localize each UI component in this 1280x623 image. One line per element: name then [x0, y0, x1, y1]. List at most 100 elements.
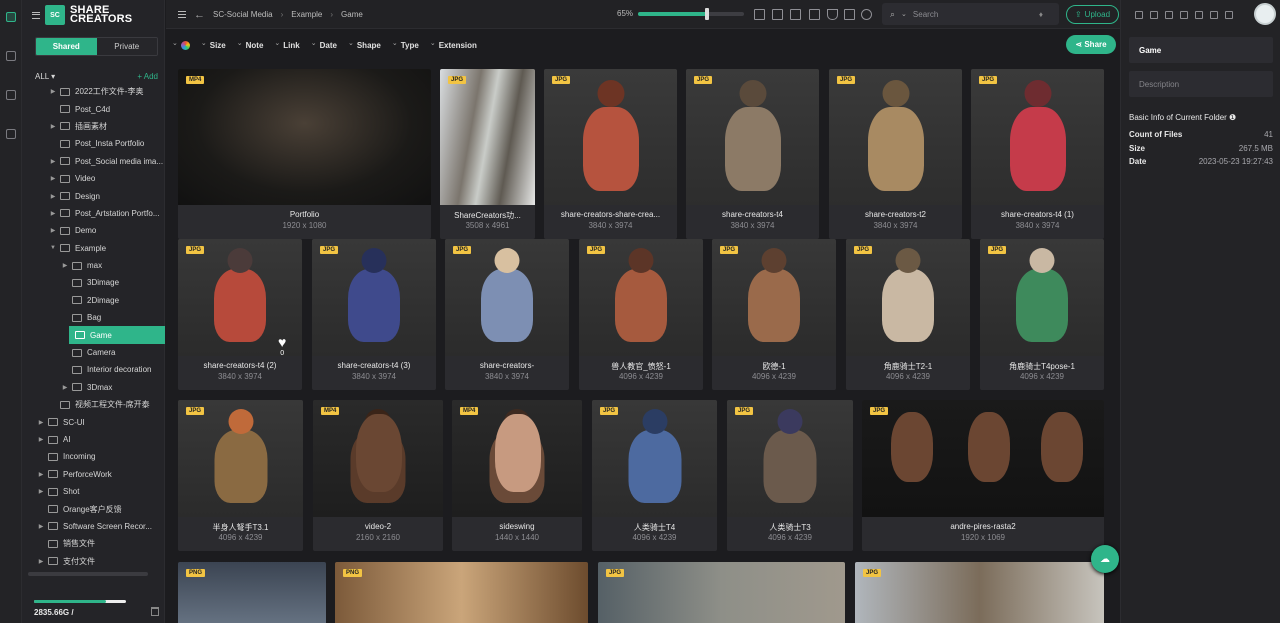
heart-icon[interactable]: ♥ 0: [278, 335, 286, 360]
caret-right-icon[interactable]: ▶: [48, 123, 58, 130]
chevron-down-icon[interactable]: ⌄: [901, 10, 907, 18]
caret-right-icon[interactable]: ▶: [48, 88, 58, 95]
bell-icon[interactable]: [1165, 10, 1173, 19]
asset-thumbnail[interactable]: [178, 69, 431, 205]
layout-split-icon[interactable]: [790, 9, 801, 20]
folder-item[interactable]: ▶ Video: [22, 170, 165, 187]
breadcrumb-item[interactable]: Example: [291, 10, 322, 19]
download-icon[interactable]: [1195, 10, 1203, 19]
folder-item[interactable]: 视频工程文件-席开泰: [22, 396, 165, 413]
asset-card[interactable]: JPG: [598, 562, 845, 623]
library-icon[interactable]: [6, 12, 16, 22]
caret-right-icon[interactable]: ▶: [36, 523, 46, 530]
folder-item[interactable]: Orange客户反馈: [22, 500, 165, 517]
caret-right-icon[interactable]: ▶: [36, 558, 46, 565]
asset-card[interactable]: JPG 半身人弩手T3.1 4096 x 4239: [178, 400, 303, 551]
asset-thumbnail[interactable]: [178, 400, 303, 517]
asset-card[interactable]: JPG 欧德-1 4096 x 4239: [712, 239, 836, 390]
asset-thumbnail[interactable]: [335, 562, 588, 623]
folder-item[interactable]: 3Dimage: [22, 274, 165, 291]
caret-right-icon[interactable]: ▶: [48, 175, 58, 182]
asset-card[interactable]: JPG 人类骑士T4 4096 x 4239: [592, 400, 717, 551]
caret-right-icon[interactable]: ▶: [36, 419, 46, 426]
add-folder-button[interactable]: + Add: [137, 72, 158, 81]
asset-card[interactable]: MP4 sideswing 1440 x 1440: [452, 400, 582, 551]
asset-card[interactable]: JPG 角鹿骑士T2-1 4096 x 4239: [846, 239, 970, 390]
asset-thumbnail[interactable]: [727, 400, 853, 517]
folder-item[interactable]: Camera: [22, 344, 165, 361]
caret-right-icon[interactable]: ▶: [36, 471, 46, 478]
asset-thumbnail[interactable]: [440, 69, 535, 205]
folder-item[interactable]: ▶ AI: [22, 431, 165, 448]
asset-card[interactable]: MP4 video-2 2160 x 2160: [313, 400, 443, 551]
asset-thumbnail[interactable]: [312, 239, 436, 356]
folder-item[interactable]: ▶ SC-UI: [22, 413, 165, 430]
trash-icon[interactable]: [151, 607, 159, 616]
caret-right-icon[interactable]: ▶: [48, 227, 58, 234]
asset-card[interactable]: JPG andre-pires-rasta2 1920 x 1069: [862, 400, 1104, 551]
caret-right-icon[interactable]: ▶: [48, 210, 58, 217]
toggle-sidebar-icon[interactable]: [178, 11, 186, 18]
caret-right-icon[interactable]: ▶: [60, 384, 70, 391]
folder-item[interactable]: ▶ max: [22, 257, 165, 274]
asset-thumbnail[interactable]: [846, 239, 970, 356]
folder-item[interactable]: ▶ Demo: [22, 222, 165, 239]
caret-right-icon[interactable]: ▶: [48, 193, 58, 200]
zoom-slider[interactable]: [638, 8, 744, 20]
asset-card[interactable]: JPG ♥ 0 share-creators-t4 (2) 3840 x 3974: [178, 239, 302, 390]
asset-thumbnail[interactable]: [862, 400, 1104, 517]
avatar[interactable]: [1254, 3, 1276, 25]
menu-icon[interactable]: [32, 11, 40, 19]
folder-item[interactable]: ▶ PerforceWork: [22, 466, 165, 483]
tab-private[interactable]: Private: [96, 38, 157, 55]
back-arrow-icon[interactable]: ←: [194, 9, 205, 21]
asset-card[interactable]: JPG share-creators- 3840 x 3974: [445, 239, 569, 390]
refresh-icon[interactable]: [861, 9, 872, 20]
caret-right-icon[interactable]: ▶: [60, 262, 70, 269]
subtitle-icon[interactable]: [772, 9, 783, 20]
filter-color[interactable]: [172, 40, 190, 50]
asset-thumbnail[interactable]: [592, 400, 717, 517]
zoom-slider-knob[interactable]: [704, 8, 709, 20]
filter-link[interactable]: Link: [274, 41, 299, 50]
asset-card[interactable]: MP4 Portfolio 1920 x 1080: [178, 69, 431, 239]
upload-arrow-icon[interactable]: [1180, 10, 1188, 19]
folder-item[interactable]: Incoming: [22, 448, 165, 465]
asset-card[interactable]: JPG share-creators-t4 (3) 3840 x 3974: [312, 239, 436, 390]
layout-list-icon[interactable]: [754, 9, 765, 20]
description-field[interactable]: Description: [1129, 71, 1273, 97]
filter-shape[interactable]: Shape: [348, 41, 381, 50]
asset-thumbnail[interactable]: [452, 400, 582, 517]
tag-icon[interactable]: [6, 51, 16, 61]
filter-note[interactable]: Note: [237, 41, 264, 50]
upload-button[interactable]: ⇪ Upload: [1066, 5, 1119, 24]
caret-right-icon[interactable]: ▶: [36, 488, 46, 495]
tab-shared[interactable]: Shared: [36, 38, 97, 55]
asset-thumbnail[interactable]: [579, 239, 703, 356]
breadcrumb-item[interactable]: SC-Social Media: [213, 10, 273, 19]
folder-item[interactable]: ▼ Example: [22, 240, 165, 257]
plugin-icon[interactable]: [6, 90, 16, 100]
cloud-upload-fab[interactable]: ☁: [1091, 545, 1119, 573]
asset-card[interactable]: PNG: [178, 562, 326, 623]
folder-item[interactable]: ▶ Post_Artstation Portfo...: [22, 205, 165, 222]
folder-item[interactable]: ▶ 支付文件: [22, 553, 165, 570]
folder-item[interactable]: Interior decoration: [22, 361, 165, 378]
folder-item[interactable]: ▶ Design: [22, 187, 165, 204]
asset-thumbnail[interactable]: [971, 69, 1104, 205]
folder-item[interactable]: 销售文件: [22, 535, 165, 552]
all-filter[interactable]: ALL ▾: [35, 72, 55, 81]
share-icon[interactable]: [1150, 10, 1158, 19]
sort-icon[interactable]: [844, 9, 855, 20]
folder-item[interactable]: Post_C4d: [22, 100, 165, 117]
asset-card[interactable]: JPG share-creators-t2 3840 x 3974: [829, 69, 962, 239]
folder-item[interactable]: Game: [69, 326, 165, 344]
folder-item[interactable]: ▶ 3Dmax: [22, 379, 165, 396]
asset-thumbnail[interactable]: [313, 400, 443, 517]
folder-item[interactable]: ▶ Post_Social media ima...: [22, 153, 165, 170]
folder-item[interactable]: ▶ Software Screen Recor...: [22, 518, 165, 535]
asset-card[interactable]: JPG 人类骑士T3 4096 x 4239: [727, 400, 853, 551]
asset-thumbnail[interactable]: [980, 239, 1104, 356]
asset-thumbnail[interactable]: [855, 562, 1104, 623]
trash-rail-icon[interactable]: [6, 129, 16, 139]
